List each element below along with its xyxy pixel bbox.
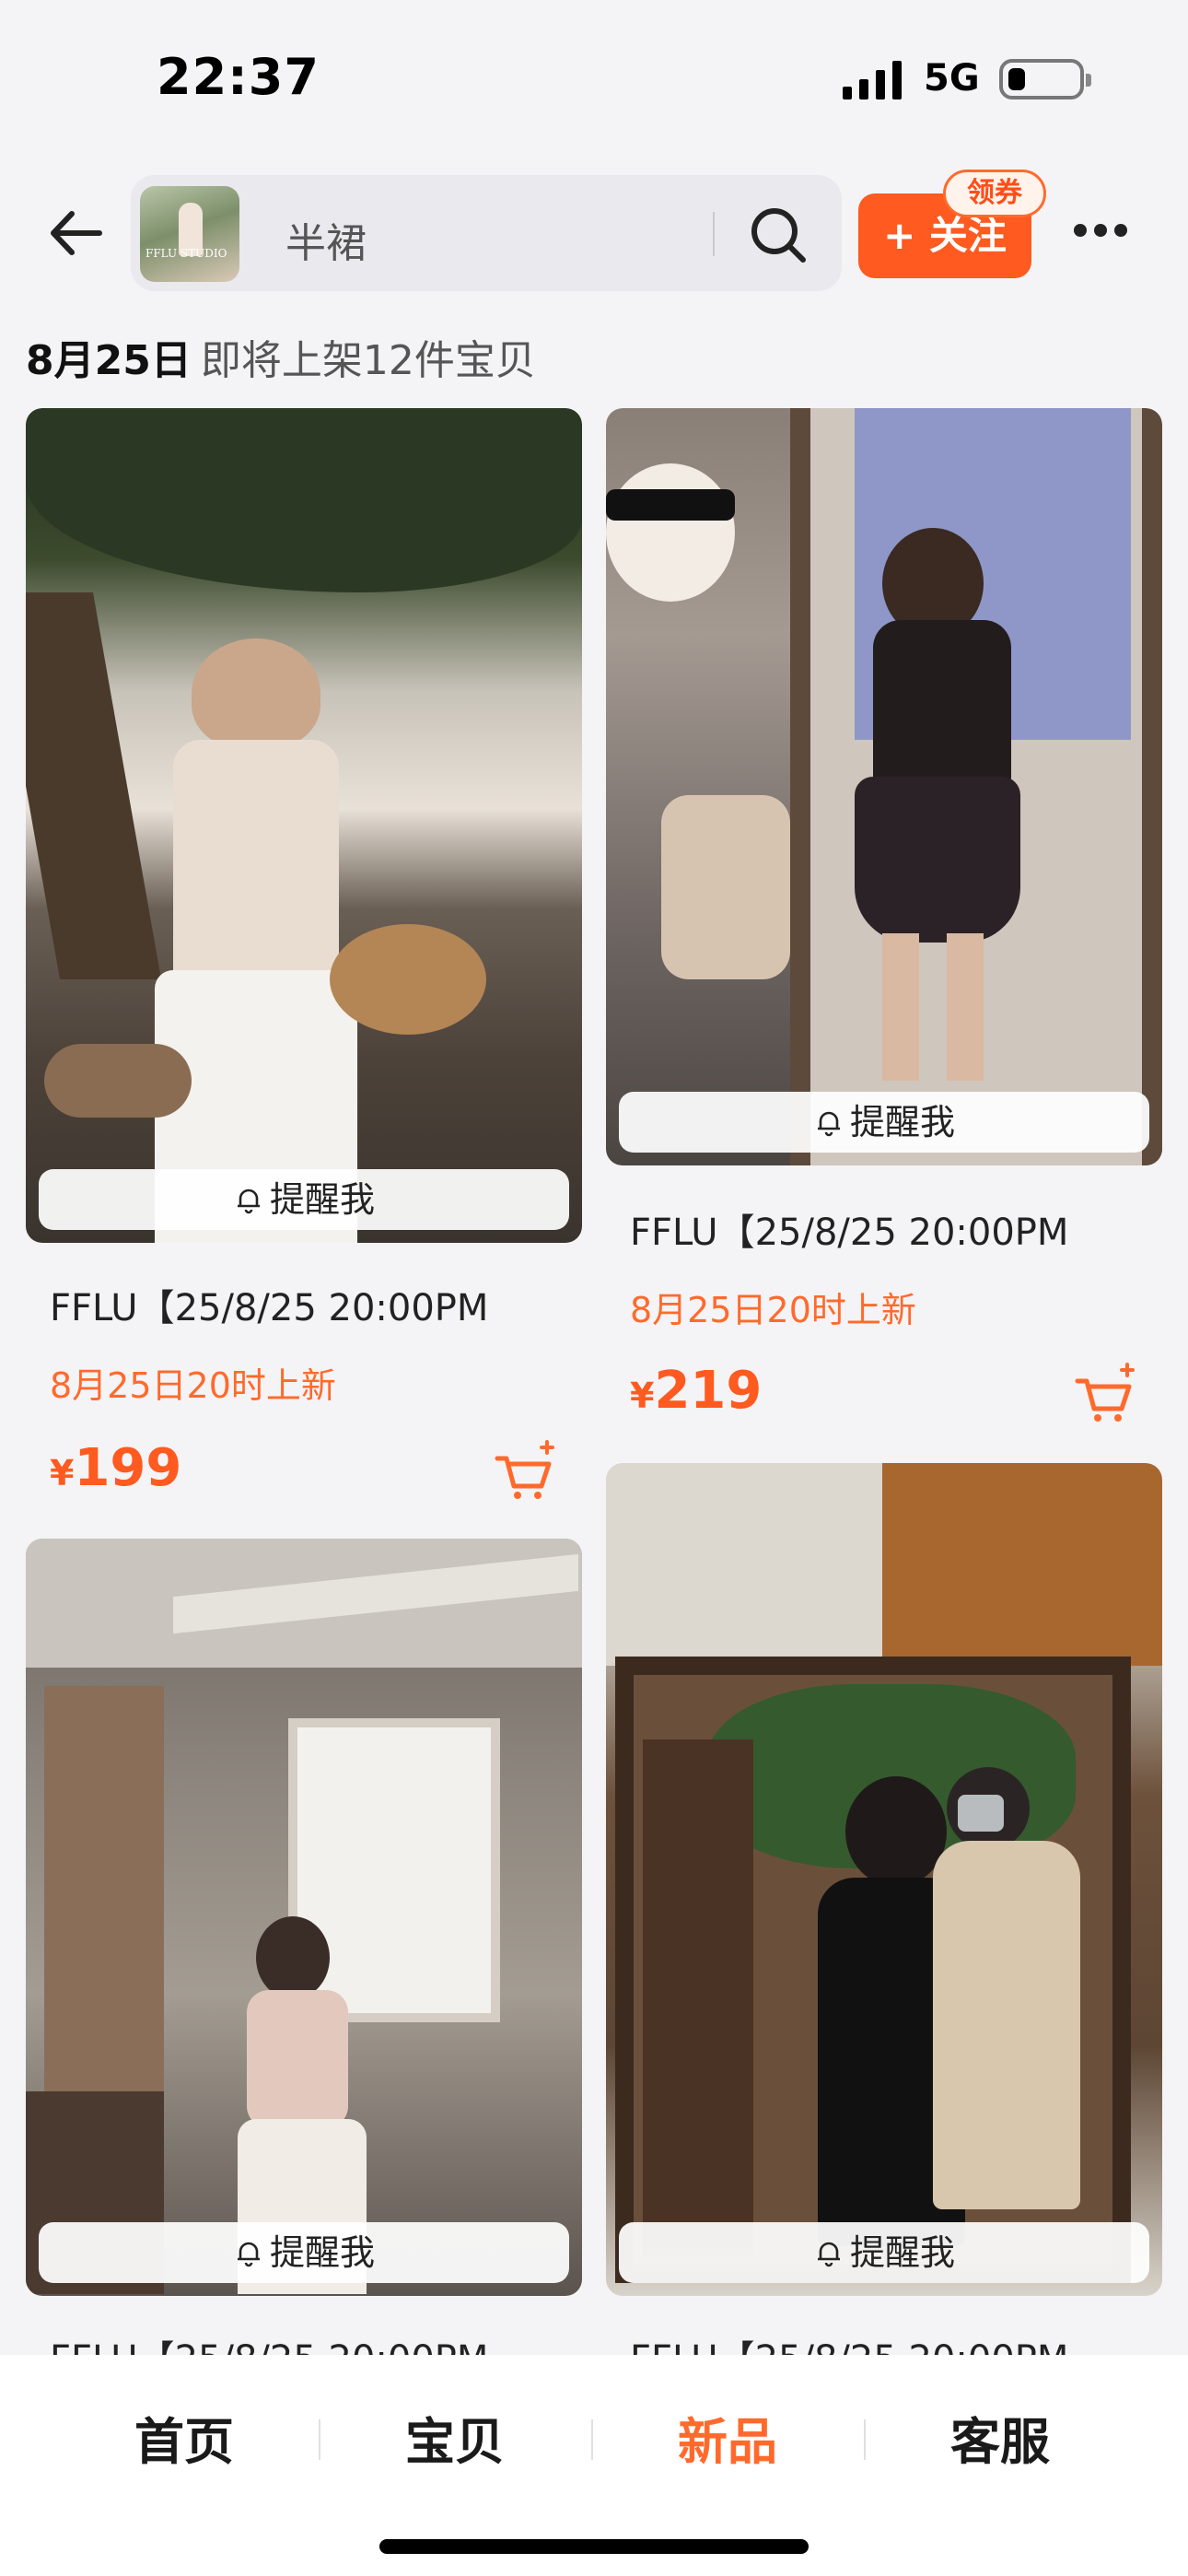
shop-logo[interactable]: FFLU STUDIO (140, 186, 239, 282)
shop-header: FFLU STUDIO 半裙 + 关注 领券 (0, 166, 1188, 295)
product-card[interactable]: 提醒我 FFLU【25/8/25 20:00PM 8月25日20时上新 ¥219 (606, 408, 1162, 1477)
bell-icon (817, 2242, 840, 2267)
search-divider (713, 212, 715, 256)
product-price: ¥199 (50, 1438, 181, 1498)
search-query[interactable]: 半裙 (285, 210, 367, 269)
status-bar: 22:37 5G (0, 0, 1188, 157)
nav-item-service[interactable]: 客服 (899, 2401, 1101, 2474)
home-indicator[interactable] (379, 2539, 809, 2554)
remind-button[interactable]: 提醒我 (39, 1169, 569, 1230)
product-card[interactable]: 提醒我 FFLU【25/8/25 20:00PM (26, 1539, 582, 2368)
remind-button[interactable]: 提醒我 (619, 1092, 1149, 1153)
launch-date-line: 8月25日 即将上架12件宝贝 (26, 327, 536, 386)
search-box[interactable]: FFLU STUDIO 半裙 (131, 175, 842, 291)
nav-item-new[interactable]: 新品 (626, 2401, 829, 2474)
remind-label: 提醒我 (849, 2232, 955, 2273)
remind-label: 提醒我 (269, 1179, 375, 1220)
launch-time: 8月25日20时上新 (50, 1365, 336, 1406)
battery-icon (999, 59, 1091, 100)
remind-label: 提醒我 (849, 1102, 955, 1142)
status-time: 22:37 (157, 48, 320, 106)
currency-symbol: ¥ (630, 1376, 655, 1416)
add-to-cart-icon[interactable] (1072, 1361, 1138, 1427)
price-value: 219 (654, 1361, 763, 1421)
product-card[interactable]: 提醒我 FFLU【25/8/25 20:00PM 8月25日20时上新 ¥199 (26, 408, 582, 1505)
nav-divider (591, 2419, 593, 2460)
search-icon[interactable] (746, 203, 810, 267)
product-title[interactable]: FFLU【25/8/25 20:00PM (630, 1202, 1068, 1256)
currency-symbol: ¥ (50, 1453, 75, 1493)
product-image[interactable]: 提醒我 (26, 408, 582, 1243)
nav-item-home[interactable]: 首页 (83, 2401, 285, 2474)
page: 22:37 5G FFLU STUDIO 半裙 + 关注 领券 8月25日 即将… (0, 0, 1188, 2576)
nav-divider (319, 2419, 320, 2460)
network-label: 5G (924, 57, 980, 100)
nav-item-products[interactable]: 宝贝 (354, 2401, 556, 2474)
remind-button[interactable]: 提醒我 (39, 2222, 569, 2283)
signal-icon (843, 61, 902, 100)
bell-icon (817, 1111, 840, 1137)
product-image[interactable]: 提醒我 (606, 1463, 1162, 2296)
launch-summary: 即将上架12件宝贝 (200, 337, 536, 384)
launch-time: 8月25日20时上新 (630, 1290, 916, 1330)
more-icon[interactable] (1074, 223, 1135, 238)
nav-divider (864, 2419, 866, 2460)
shop-logo-text: FFLU STUDIO (146, 247, 227, 260)
back-arrow-icon[interactable] (44, 201, 109, 265)
product-title[interactable]: FFLU【25/8/25 20:00PM (50, 1278, 488, 1331)
remind-label: 提醒我 (269, 2232, 375, 2273)
remind-button[interactable]: 提醒我 (619, 2222, 1149, 2283)
bell-icon (237, 2242, 260, 2267)
product-image[interactable]: 提醒我 (26, 1539, 582, 2296)
price-value: 199 (74, 1438, 182, 1498)
add-to-cart-icon[interactable] (492, 1438, 558, 1505)
launch-date: 8月25日 (26, 337, 192, 384)
product-card[interactable]: 提醒我 FFLU【25/8/25 20:00PM (606, 1463, 1162, 2366)
coupon-badge[interactable]: 领券 (943, 170, 1046, 217)
product-price: ¥219 (630, 1361, 762, 1421)
bell-icon (237, 1188, 260, 1214)
product-image[interactable]: 提醒我 (606, 408, 1162, 1165)
